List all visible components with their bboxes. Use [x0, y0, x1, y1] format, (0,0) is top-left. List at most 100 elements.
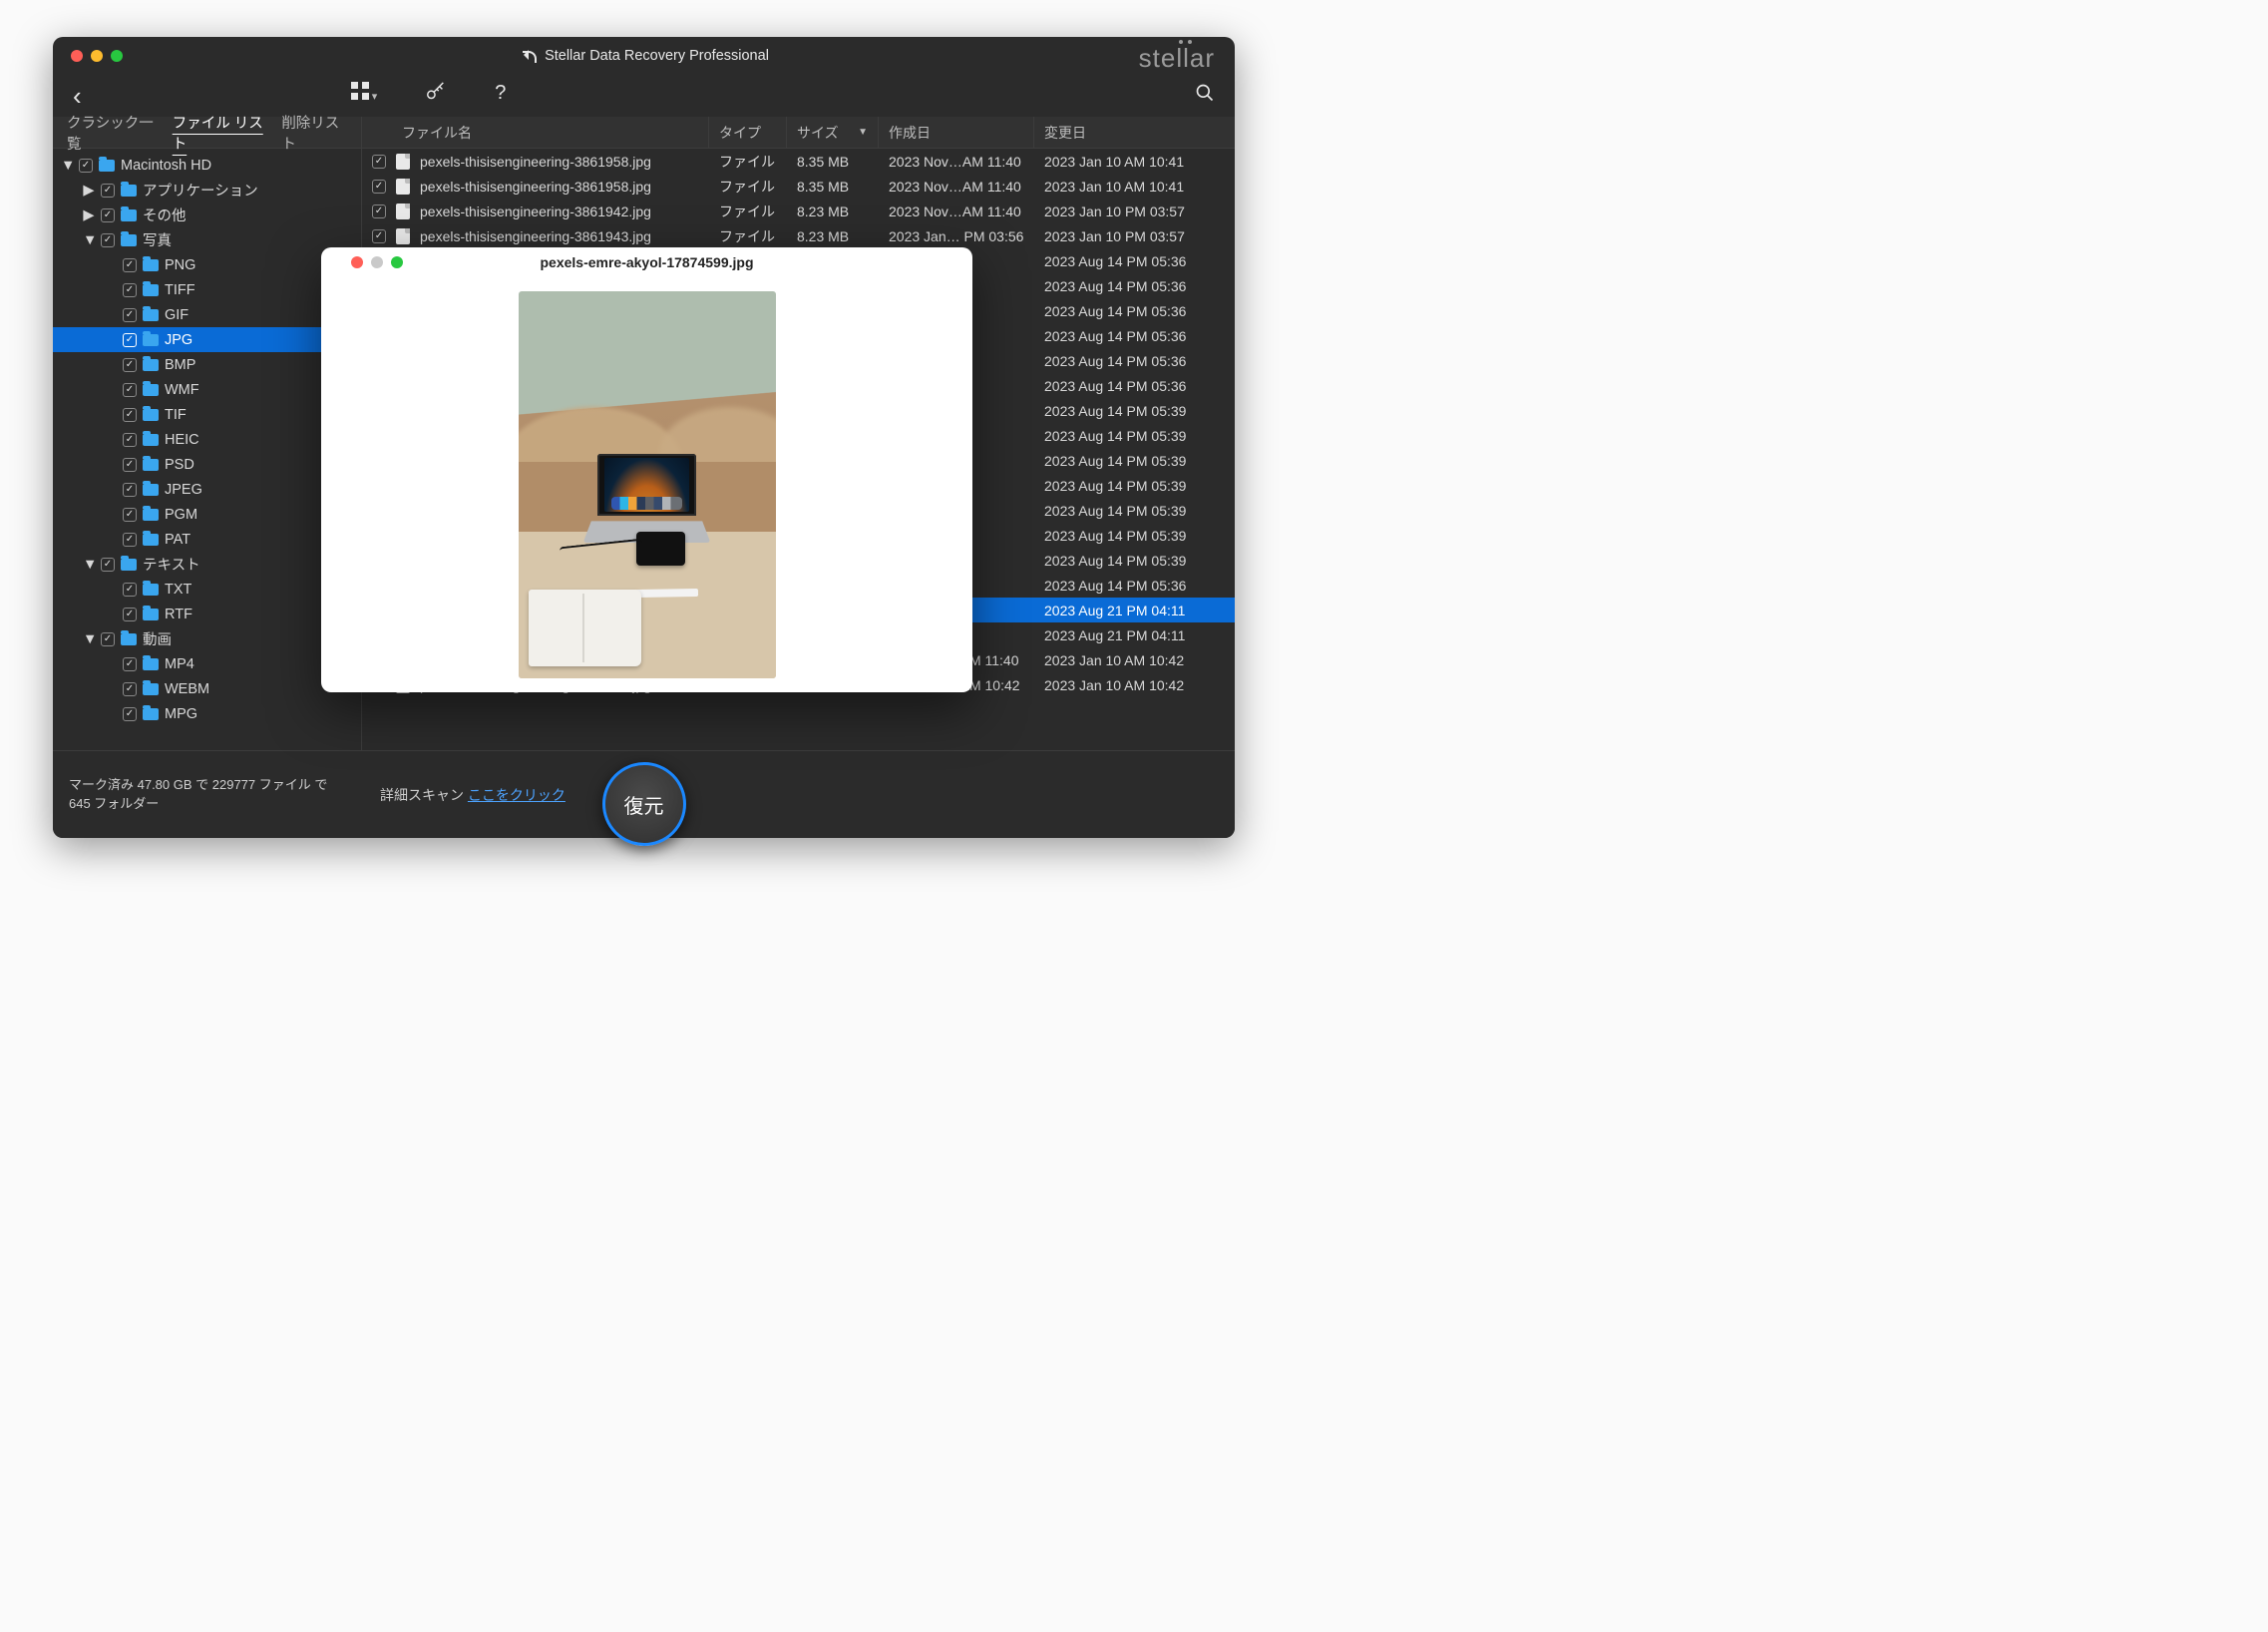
checkbox[interactable]: ✓ — [101, 233, 115, 247]
col-type[interactable]: タイプ — [709, 117, 787, 148]
tree-node[interactable]: ✓JPEG — [53, 477, 361, 502]
tree-node[interactable]: ✓WMF — [53, 377, 361, 402]
row-checkbox[interactable]: ✓ — [372, 155, 386, 169]
checkbox[interactable]: ✓ — [101, 184, 115, 198]
minimize-icon[interactable] — [91, 50, 103, 62]
activation-button[interactable] — [425, 82, 447, 110]
help-button[interactable] — [495, 82, 506, 110]
zoom-icon[interactable] — [111, 50, 123, 62]
view-switch-button[interactable] — [351, 82, 378, 110]
tree-label: MPG — [165, 706, 197, 722]
checkbox[interactable]: ✓ — [123, 433, 137, 447]
view-tab[interactable]: 削除リスト — [281, 112, 347, 154]
folder-icon — [121, 633, 137, 645]
folder-icon — [143, 609, 159, 620]
col-size[interactable]: サイズ▼ — [787, 117, 879, 148]
col-name[interactable]: ファイル名 — [362, 117, 709, 148]
recover-button[interactable]: 復元 — [602, 762, 686, 846]
tree-node[interactable]: ✓ RTF — [53, 602, 361, 626]
file-created: 2023 Jan… PM 03:56 — [879, 228, 1034, 244]
tree-node[interactable]: ▼✓写真 — [53, 227, 361, 252]
deep-scan-link[interactable]: ここをクリック — [468, 787, 566, 803]
disclosure-icon[interactable]: ▼ — [83, 232, 95, 248]
tree-node[interactable]: ✓ MPG — [53, 701, 361, 726]
back-button[interactable] — [73, 81, 82, 112]
checkbox[interactable]: ✓ — [101, 208, 115, 222]
tree-label: PGM — [165, 507, 197, 523]
file-modified: 2023 Aug 14 PM 05:39 — [1034, 503, 1235, 519]
tree-node[interactable]: ▼✓動画 — [53, 626, 361, 651]
tree-node[interactable]: ✓WEBM — [53, 676, 361, 701]
checkbox[interactable]: ✓ — [79, 159, 93, 173]
folder-icon — [143, 584, 159, 596]
checkbox[interactable]: ✓ — [123, 533, 137, 547]
file-row[interactable]: ✓pexels-thisisengineering-3861958.jpgファイ… — [362, 174, 1235, 199]
tree-node[interactable]: ▼✓Macintosh HD — [53, 153, 361, 178]
folder-icon — [121, 559, 137, 571]
folder-icon — [143, 534, 159, 546]
disclosure-icon[interactable]: ▶ — [83, 183, 95, 199]
row-checkbox[interactable]: ✓ — [372, 180, 386, 194]
search-button[interactable] — [1195, 83, 1215, 109]
checkbox[interactable]: ✓ — [123, 483, 137, 497]
tree-node[interactable]: ✓BMP — [53, 352, 361, 377]
checkbox[interactable]: ✓ — [123, 583, 137, 597]
checkbox[interactable]: ✓ — [123, 707, 137, 721]
checkbox[interactable]: ✓ — [123, 283, 137, 297]
tree-node[interactable]: ✓ HEIC — [53, 427, 361, 452]
file-row[interactable]: ✓pexels-thisisengineering-3861943.jpgファイ… — [362, 223, 1235, 248]
col-created[interactable]: 作成日 — [879, 117, 1034, 148]
file-type: ファイル — [709, 152, 787, 172]
tree-node[interactable]: ✓ PGM — [53, 502, 361, 527]
checkbox[interactable]: ✓ — [123, 383, 137, 397]
view-tab[interactable]: ファイル リスト — [173, 112, 268, 154]
tree-label: RTF — [165, 607, 192, 622]
checkbox[interactable]: ✓ — [123, 258, 137, 272]
tree-node[interactable]: ▶ ✓ その他 — [53, 203, 361, 227]
tree-node[interactable]: ▶✓アプリケーション — [53, 178, 361, 203]
folder-icon — [143, 284, 159, 296]
row-checkbox[interactable]: ✓ — [372, 229, 386, 243]
file-modified: 2023 Jan 10 PM 03:57 — [1034, 228, 1235, 244]
file-modified: 2023 Aug 21 PM 04:11 — [1034, 603, 1235, 618]
tree-node[interactable]: ✓PSD — [53, 452, 361, 477]
view-tab[interactable]: クラシック一覧 — [67, 112, 159, 154]
tree-node[interactable]: ✓PAT — [53, 527, 361, 552]
checkbox[interactable]: ✓ — [123, 458, 137, 472]
preview-title: pexels-emre-akyol-17874599.jpg — [321, 254, 972, 270]
file-row[interactable]: ✓pexels-thisisengineering-3861942.jpgファイ… — [362, 199, 1235, 223]
checkbox[interactable]: ✓ — [123, 657, 137, 671]
checkbox[interactable]: ✓ — [123, 358, 137, 372]
checkbox[interactable]: ✓ — [123, 608, 137, 621]
tree-node[interactable]: ✓GIF — [53, 302, 361, 327]
close-icon[interactable] — [71, 50, 83, 62]
tree-node[interactable]: ✓JPG — [53, 327, 361, 352]
checkbox[interactable]: ✓ — [123, 333, 137, 347]
tree-node[interactable]: ✓TXT — [53, 577, 361, 602]
disclosure-icon[interactable]: ▶ — [83, 207, 95, 223]
checkbox[interactable]: ✓ — [123, 308, 137, 322]
tree-node[interactable]: ✓PNG — [53, 252, 361, 277]
checkbox[interactable]: ✓ — [101, 632, 115, 646]
checkbox[interactable]: ✓ — [123, 408, 137, 422]
file-row[interactable]: ✓pexels-thisisengineering-3861958.jpgファイ… — [362, 149, 1235, 174]
disclosure-icon[interactable]: ▼ — [83, 557, 95, 573]
disclosure-icon[interactable]: ▼ — [61, 158, 73, 174]
tree-label: その他 — [143, 204, 187, 225]
file-modified: 2023 Jan 10 PM 03:57 — [1034, 204, 1235, 219]
preview-image — [519, 291, 776, 678]
tree-node[interactable]: ✓TIFF — [53, 277, 361, 302]
tree-node[interactable]: ▼✓テキスト — [53, 552, 361, 577]
col-modified[interactable]: 変更日 — [1034, 117, 1235, 148]
checkbox[interactable]: ✓ — [123, 508, 137, 522]
tree-node[interactable]: ✓TIF — [53, 402, 361, 427]
tree-node[interactable]: ✓MP4 — [53, 651, 361, 676]
file-name: pexels-thisisengineering-3861958.jpg — [420, 179, 651, 195]
checkbox[interactable]: ✓ — [101, 558, 115, 572]
checkbox[interactable]: ✓ — [123, 682, 137, 696]
titlebar: Stellar Data Recovery Professional stell… — [53, 37, 1235, 75]
file-modified: 2023 Aug 21 PM 04:11 — [1034, 627, 1235, 643]
tree-label: HEIC — [165, 432, 199, 448]
row-checkbox[interactable]: ✓ — [372, 204, 386, 218]
disclosure-icon[interactable]: ▼ — [83, 631, 95, 647]
